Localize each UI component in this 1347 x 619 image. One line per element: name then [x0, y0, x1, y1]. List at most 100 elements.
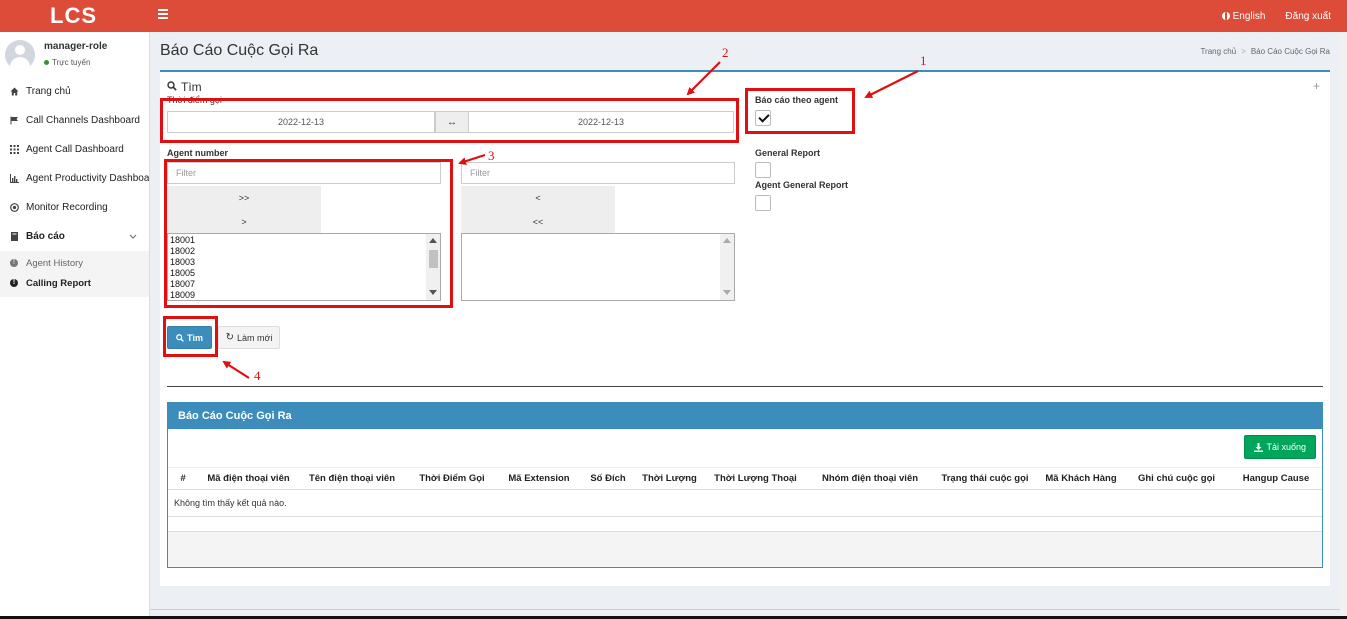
time-label: Thời điểm gọi: [167, 95, 222, 105]
sidebar-item-agent-call-dashboard[interactable]: Agent Call Dashboard: [0, 135, 149, 164]
general-report-checkbox[interactable]: [755, 162, 771, 178]
column-header[interactable]: Số Đích: [579, 467, 637, 490]
column-header[interactable]: Trạng thái cuộc gọi: [931, 467, 1039, 490]
search-icon: [176, 333, 184, 342]
date-range-separator: ↔: [435, 111, 469, 133]
column-header[interactable]: Mã điện thoại viên: [198, 467, 299, 490]
reset-button[interactable]: ↻ Làm mới: [218, 326, 280, 349]
column-header[interactable]: Tên điện thoại viên: [299, 467, 405, 490]
user-panel: manager-role Trực tuyến: [0, 32, 149, 74]
logout-link[interactable]: Đăng xuất: [1285, 11, 1331, 22]
user-status-label: Trực tuyến: [52, 58, 91, 67]
language-switcher[interactable]: English: [1221, 10, 1266, 22]
breadcrumb: Trang chủ > Báo Cáo Cuộc Gọi Ra: [1200, 47, 1330, 56]
chevron-down-icon: [129, 232, 137, 242]
sidebar-submenu-reports: ! Agent History ! Calling Report: [0, 251, 149, 297]
search-icon: [167, 80, 177, 94]
move-all-right-button[interactable]: >>: [167, 186, 321, 210]
language-label: English: [1232, 10, 1266, 22]
empty-message: Không tìm thấy kết quả nào.: [168, 489, 1322, 517]
list-item[interactable]: 18009: [170, 290, 440, 300]
sidebar-item-agent-productivity-dashboard[interactable]: Agent Productivity Dashboard: [0, 164, 149, 193]
search-box: Tìm + Thời điểm gọi 2022-12-13 ↔ 2022-12…: [160, 70, 1330, 586]
column-header[interactable]: Thời Lượng: [637, 467, 702, 490]
column-header[interactable]: Mã Extension: [499, 467, 579, 490]
agent-general-report-label: Agent General Report: [755, 180, 849, 190]
list-item[interactable]: 18001: [170, 235, 440, 246]
avatar: [5, 40, 35, 70]
expand-plus-icon[interactable]: +: [1313, 79, 1320, 93]
agent-filter-right-input[interactable]: Filter: [461, 162, 735, 184]
report-by-agent-checkbox[interactable]: [755, 110, 771, 126]
available-agents-list[interactable]: 18001 18002 18003 18005 18007 18009: [167, 233, 441, 301]
sidebar-item-reports[interactable]: Báo cáo: [0, 222, 149, 251]
column-header[interactable]: Ghi chú cuộc gọi: [1123, 467, 1230, 490]
sidebar-item-label: Agent Call Dashboard: [26, 144, 124, 155]
breadcrumb-home[interactable]: Trang chủ: [1200, 47, 1236, 56]
search-button-label: Tìm: [186, 332, 203, 343]
list-item[interactable]: 18002: [170, 246, 440, 257]
annotation-number-3: 3: [488, 148, 495, 163]
search-button[interactable]: Tìm: [167, 326, 212, 349]
move-all-left-button[interactable]: <<: [461, 210, 615, 234]
general-report-label: General Report: [755, 148, 821, 158]
column-header[interactable]: #: [168, 467, 198, 490]
download-button-label: Tải xuống: [1266, 442, 1306, 452]
user-name: manager-role: [44, 41, 108, 52]
search-box-title-text: Tìm: [181, 80, 202, 94]
move-right-button[interactable]: >: [167, 210, 321, 234]
annotation-number-4: 4: [254, 368, 261, 383]
move-left-button[interactable]: <: [461, 186, 615, 210]
sidebar-item-label: Agent History: [26, 257, 84, 269]
results-table: # Mã điện thoại viên Tên điện thoại viên…: [168, 467, 1322, 517]
user-status: Trực tuyến: [44, 58, 90, 67]
sidebar-item-agent-history[interactable]: ! Agent History: [0, 253, 149, 273]
sidebar-item-label: Calling Report: [26, 277, 91, 289]
date-from-input[interactable]: 2022-12-13: [167, 111, 435, 133]
record-icon: [10, 203, 19, 212]
search-box-title: Tìm: [167, 80, 202, 94]
bar-chart-icon: [10, 174, 19, 183]
download-button[interactable]: Tải xuống: [1244, 435, 1316, 459]
results-panel: Báo Cáo Cuộc Gọi Ra Tải xuống # Mã điện …: [167, 402, 1323, 568]
menu-toggle-icon[interactable]: [158, 9, 168, 23]
column-header[interactable]: Hangup Cause: [1230, 467, 1322, 490]
divider: [167, 386, 1323, 387]
column-header[interactable]: Mã Khách Hàng: [1039, 467, 1123, 490]
page-title: Báo Cáo Cuộc Gọi Ra: [160, 42, 319, 59]
breadcrumb-separator: >: [1241, 47, 1246, 56]
report-by-agent-label: Báo cáo theo agent: [755, 95, 839, 105]
book-icon: [10, 232, 19, 241]
sidebar-item-call-channels-dashboard[interactable]: Call Channels Dashboard: [0, 106, 149, 135]
sidebar-item-label: Monitor Recording: [26, 202, 108, 213]
page-scrollbar[interactable]: [1340, 32, 1347, 619]
annotation-number-1: 1: [920, 53, 927, 68]
list-item[interactable]: 18003: [170, 257, 440, 268]
column-header[interactable]: Thời Điểm Gọi: [405, 467, 499, 490]
column-header[interactable]: Nhóm điện thoại viên: [809, 467, 931, 490]
date-to-input[interactable]: 2022-12-13: [468, 111, 734, 133]
column-header[interactable]: Thời Lượng Thoại: [702, 467, 809, 490]
globe-icon: [1221, 12, 1230, 20]
list-scrollbar[interactable]: [426, 234, 440, 300]
sidebar-item-label: Báo cáo: [26, 231, 65, 242]
sidebar: manager-role Trực tuyến Trang chủ Call C…: [0, 32, 150, 619]
selected-agents-list[interactable]: [461, 233, 735, 301]
agent-general-report-checkbox[interactable]: [755, 195, 771, 211]
table-row: Không tìm thấy kết quả nào.: [168, 489, 1322, 517]
list-item[interactable]: 18005: [170, 268, 440, 279]
sidebar-item-monitor-recording[interactable]: Monitor Recording: [0, 193, 149, 222]
info-icon: !: [10, 259, 18, 267]
app-logo[interactable]: LCS: [0, 0, 150, 32]
list-scrollbar[interactable]: [720, 234, 734, 300]
grid-icon: [10, 145, 19, 154]
home-icon: [10, 87, 19, 96]
flag-icon: [10, 116, 19, 125]
download-icon: [1254, 442, 1264, 452]
sidebar-item-home[interactable]: Trang chủ: [0, 77, 149, 106]
sidebar-item-label: Call Channels Dashboard: [26, 115, 140, 126]
sidebar-item-label: Agent Productivity Dashboard: [26, 173, 149, 184]
list-item[interactable]: 18007: [170, 279, 440, 290]
agent-filter-left-input[interactable]: Filter: [167, 162, 441, 184]
sidebar-item-calling-report[interactable]: ! Calling Report: [0, 273, 149, 293]
